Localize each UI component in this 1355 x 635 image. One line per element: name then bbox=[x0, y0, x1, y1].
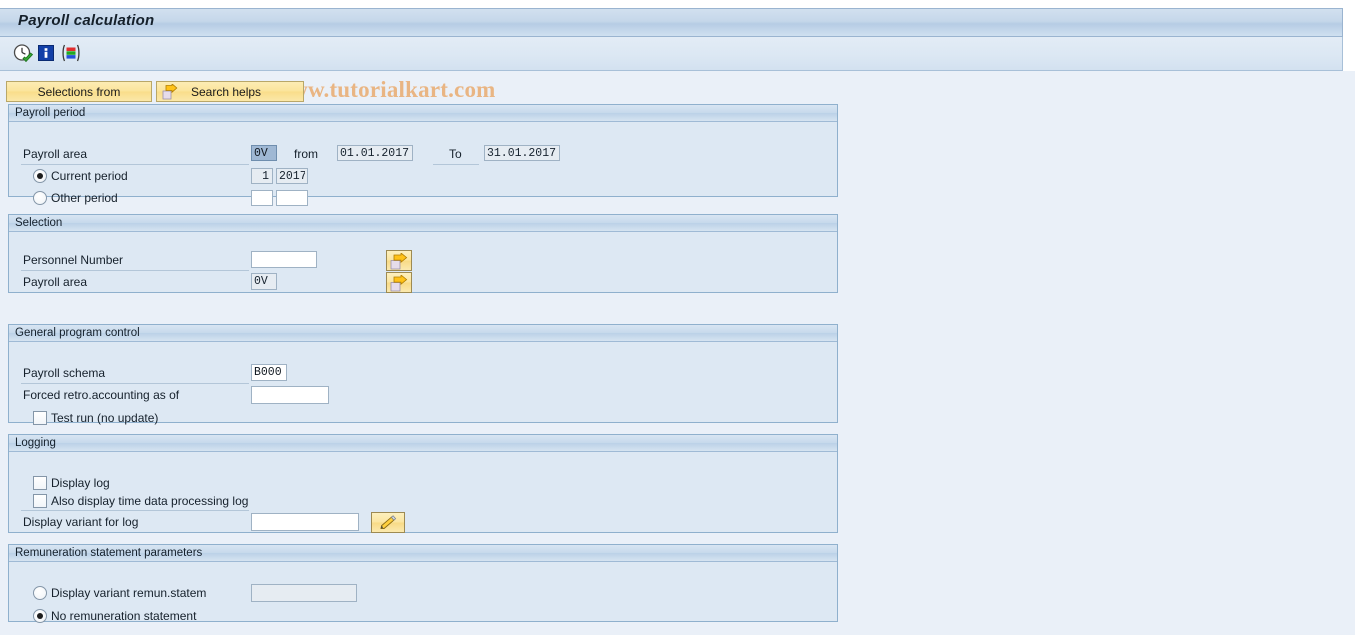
payroll-area-multi-selection-button[interactable] bbox=[386, 272, 412, 293]
radio-display-variant-remun-marker bbox=[33, 586, 47, 600]
radio-current-period[interactable]: Current period bbox=[33, 169, 128, 183]
page-title: Payroll calculation bbox=[18, 12, 155, 29]
current-period-number-input[interactable] bbox=[251, 168, 273, 184]
period-from-input[interactable] bbox=[337, 145, 413, 161]
payroll-schema-input[interactable] bbox=[251, 364, 287, 381]
panel-payroll-period-header: Payroll period bbox=[9, 105, 837, 122]
radio-other-period-marker bbox=[33, 191, 47, 205]
display-variant-for-log-label: Display variant for log bbox=[23, 515, 139, 529]
tab-search-helps[interactable]: Search helps bbox=[156, 81, 304, 102]
checkbox-display-log-marker bbox=[33, 476, 47, 490]
current-period-year-input[interactable] bbox=[276, 168, 308, 184]
label-leader bbox=[21, 270, 249, 271]
personnel-number-label: Personnel Number bbox=[23, 253, 124, 267]
radio-other-period[interactable]: Other period bbox=[33, 191, 118, 205]
radio-display-variant-remun-label: Display variant remun.statem bbox=[51, 586, 207, 600]
selection-payroll-area-input[interactable] bbox=[251, 273, 277, 290]
panel-payroll-period: Payroll period Payroll area from To Curr… bbox=[8, 104, 838, 206]
checkbox-time-data-log-label: Also display time data processing log bbox=[51, 494, 249, 508]
multi-selection-icon bbox=[390, 253, 408, 270]
arrow-right-icon bbox=[162, 82, 179, 100]
variant-bars-icon[interactable] bbox=[60, 43, 82, 64]
checkbox-test-run[interactable]: Test run (no update) bbox=[33, 411, 158, 425]
window-title-bar: Payroll calculation bbox=[0, 8, 1343, 37]
panel-remuneration-statement-header: Remuneration statement parameters bbox=[9, 545, 837, 562]
payroll-schema-label: Payroll schema bbox=[23, 366, 106, 380]
forced-retro-accounting-label: Forced retro.accounting as of bbox=[23, 388, 180, 402]
panel-logging: Logging Display log Also display time da… bbox=[8, 434, 838, 533]
payroll-period-area-input[interactable] bbox=[251, 145, 277, 161]
tab-selections-from[interactable]: Selections from bbox=[6, 81, 152, 102]
tab-selections-from-label: Selections from bbox=[37, 84, 121, 99]
display-variant-for-log-input[interactable] bbox=[251, 513, 359, 531]
panel-general-program-control-header: General program control bbox=[9, 325, 837, 342]
radio-display-variant-remun[interactable]: Display variant remun.statem bbox=[33, 586, 206, 600]
pencil-icon bbox=[380, 515, 397, 529]
checkbox-time-data-log[interactable]: Also display time data processing log bbox=[33, 494, 248, 508]
checkbox-display-log[interactable]: Display log bbox=[33, 476, 110, 490]
label-leader bbox=[21, 510, 249, 511]
checkbox-test-run-label: Test run (no update) bbox=[51, 411, 159, 425]
radio-no-remuneration-statement-label: No remuneration statement bbox=[51, 609, 197, 623]
panel-remuneration-statement: Remuneration statement parameters Displa… bbox=[8, 544, 838, 623]
to-label: To bbox=[449, 147, 462, 161]
radio-current-period-marker bbox=[33, 169, 47, 183]
tab-search-helps-label: Search helps bbox=[191, 84, 262, 99]
checkbox-test-run-marker bbox=[33, 411, 47, 425]
display-variant-edit-button[interactable] bbox=[371, 512, 405, 533]
checkbox-time-data-log-marker bbox=[33, 494, 47, 508]
other-period-number-input[interactable] bbox=[251, 190, 273, 206]
display-variant-remun-input[interactable] bbox=[251, 584, 357, 602]
payroll-period-area-label: Payroll area bbox=[23, 147, 88, 161]
panel-logging-header: Logging bbox=[9, 435, 837, 452]
radio-no-remuneration-statement[interactable]: No remuneration statement bbox=[33, 609, 196, 623]
other-period-year-input[interactable] bbox=[276, 190, 308, 206]
checkbox-display-log-label: Display log bbox=[51, 476, 110, 490]
panel-general-program-control: General program control Payroll schema F… bbox=[8, 324, 838, 425]
panel-selection-header: Selection bbox=[9, 215, 837, 232]
radio-no-remuneration-statement-marker bbox=[33, 609, 47, 623]
execute-clock-icon[interactable] bbox=[12, 43, 34, 64]
multi-selection-icon bbox=[390, 275, 408, 292]
label-leader bbox=[433, 164, 479, 165]
panel-selection: Selection Personnel Number Payroll area bbox=[8, 214, 838, 293]
sap-payroll-calculation-screen: Payroll calculation © www.tutorialkart.c… bbox=[0, 0, 1355, 635]
personnel-number-input[interactable] bbox=[251, 251, 317, 268]
selection-payroll-area-label: Payroll area bbox=[23, 275, 88, 289]
label-leader bbox=[21, 383, 249, 384]
application-toolbar: © www.tutorialkart.com bbox=[0, 37, 1343, 102]
information-icon[interactable] bbox=[36, 43, 58, 64]
forced-retro-accounting-input[interactable] bbox=[251, 386, 329, 404]
radio-current-period-label: Current period bbox=[51, 169, 128, 183]
radio-other-period-label: Other period bbox=[51, 191, 118, 205]
personnel-number-multi-selection-button[interactable] bbox=[386, 250, 412, 271]
period-to-input[interactable] bbox=[484, 145, 560, 161]
from-label: from bbox=[294, 147, 318, 161]
label-leader bbox=[21, 164, 249, 165]
